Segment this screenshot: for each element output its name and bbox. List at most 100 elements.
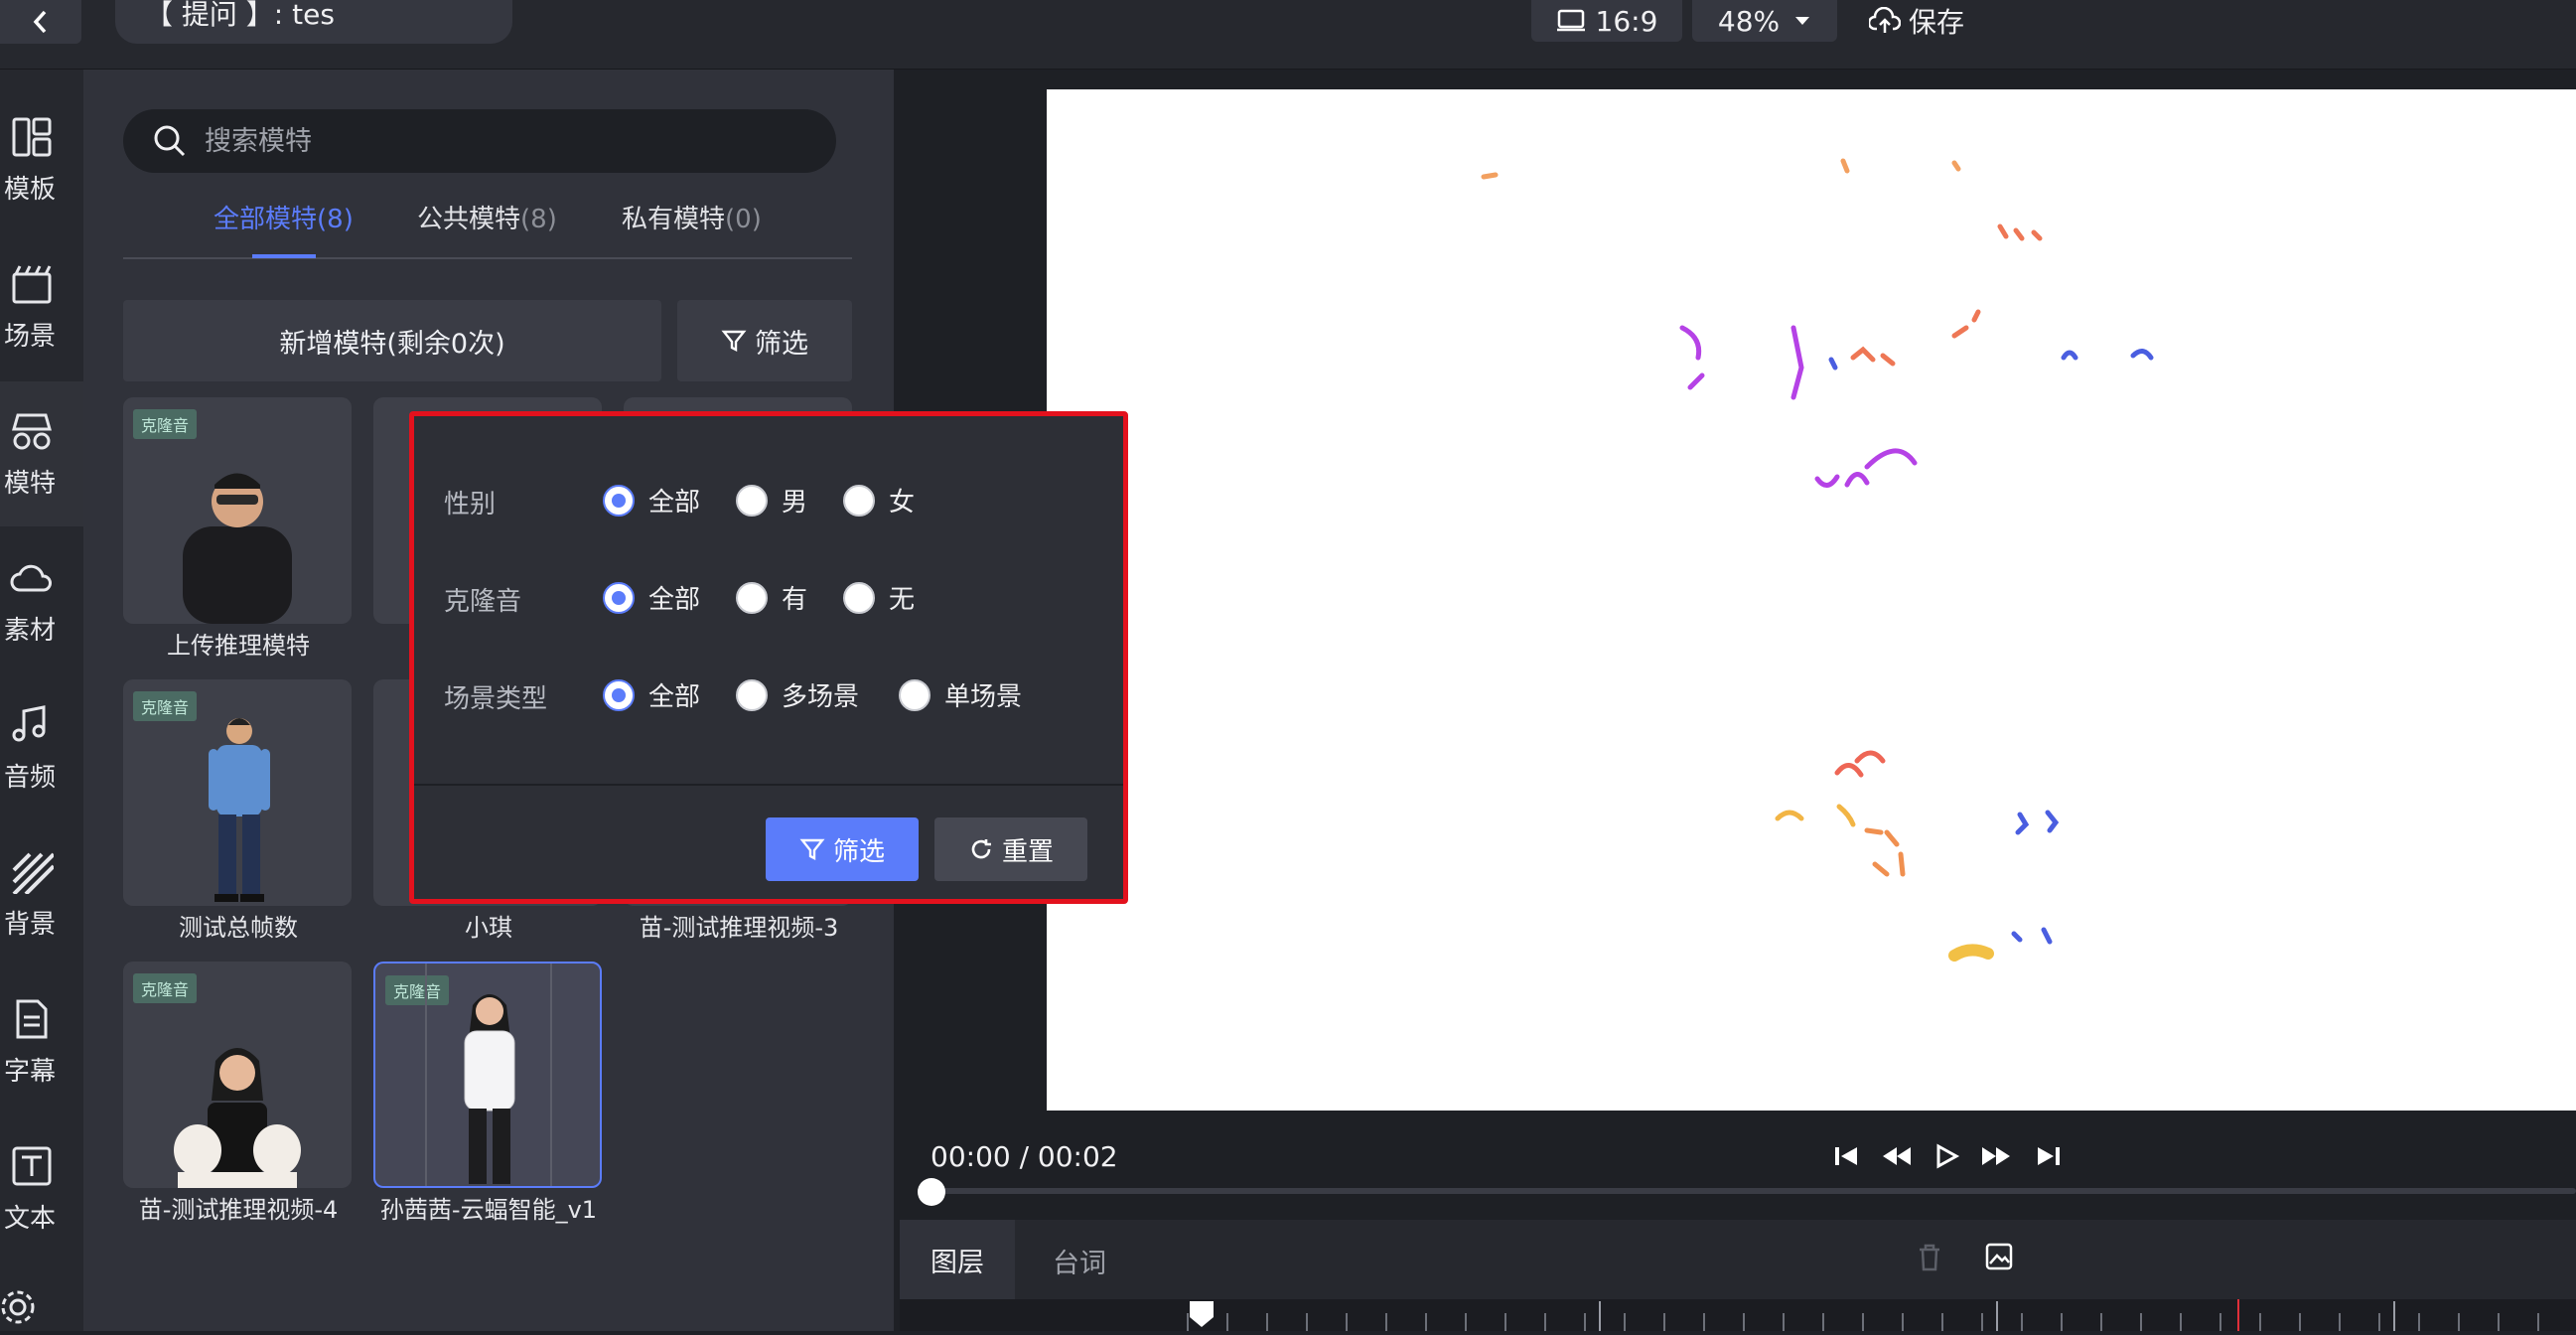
model-card-name: 测试总帧数	[179, 914, 298, 942]
add-model-label: 新增模特(剩余0次)	[279, 328, 505, 360]
clone-option-no[interactable]: 无	[843, 579, 915, 616]
clone-voice-badge: 克隆音	[133, 973, 198, 1003]
model-card[interactable]: 克隆音	[123, 962, 352, 1188]
clone-option-yes[interactable]: 有	[736, 579, 807, 616]
play-icon[interactable]	[1929, 1138, 1964, 1174]
image-layer-icon[interactable]	[1984, 1242, 2014, 1271]
music-icon	[12, 704, 46, 741]
settings-icon[interactable]	[0, 1285, 44, 1329]
scene-option-all[interactable]: 全部	[603, 676, 700, 713]
skip-start-icon[interactable]	[1829, 1138, 1865, 1174]
zoom-select[interactable]: 48%	[1692, 0, 1837, 42]
nav-item-subtitle[interactable]: 字幕	[0, 969, 83, 1114]
model-card[interactable]: 克隆音	[123, 397, 352, 624]
aspect-ratio-button[interactable]: 16:9	[1531, 0, 1682, 42]
model-thumbnail	[174, 1048, 301, 1188]
nav-item-material[interactable]: 素材	[0, 528, 83, 673]
progress-track[interactable]	[930, 1188, 2576, 1194]
radio-label: 全部	[648, 585, 701, 615]
radio-icon	[603, 484, 635, 517]
nav-item-model[interactable]: 模特	[0, 381, 83, 526]
filter-icon	[799, 838, 825, 860]
chevron-left-icon	[33, 10, 47, 34]
search-box[interactable]	[123, 109, 836, 173]
gender-label: 性别	[444, 490, 497, 519]
apply-filter-button[interactable]: 筛选	[766, 817, 919, 881]
model-card[interactable]: 克隆音	[123, 679, 352, 906]
reset-label: 重置	[1001, 836, 1054, 867]
add-model-button[interactable]: 新增模特(剩余0次)	[123, 300, 661, 381]
nav-item-text[interactable]: 文本	[0, 1116, 83, 1261]
tab-public-models[interactable]: 公共模特(8)	[417, 199, 557, 235]
radio-label: 无	[889, 585, 916, 615]
nav-label: 文本	[3, 1203, 56, 1234]
nav-item-scene[interactable]: 场景	[0, 234, 83, 379]
progress-handle[interactable]	[918, 1178, 945, 1206]
radio-icon	[736, 678, 768, 711]
filter-button[interactable]: 筛选	[677, 300, 852, 381]
model-card-name: 上传推理模特	[167, 632, 310, 660]
radio-icon	[603, 678, 635, 711]
radio-icon	[899, 678, 930, 711]
nav-label: 字幕	[3, 1056, 56, 1087]
radio-label: 单场景	[944, 682, 1023, 712]
preview-artwork	[1481, 158, 2154, 962]
tab-layers[interactable]: 图层	[900, 1220, 1015, 1299]
refresh-icon	[971, 839, 991, 859]
gender-option-male[interactable]: 男	[736, 482, 807, 519]
save-label: 保存	[1909, 6, 1965, 39]
nav-item-background[interactable]: 背景	[0, 822, 83, 967]
tab-label: 全部模特	[214, 205, 318, 234]
scene-type-label: 场景类型	[444, 684, 548, 714]
nav-item-audio[interactable]: 音频	[0, 675, 83, 820]
preview-canvas[interactable]	[1047, 89, 2576, 1111]
radio-label: 全部	[648, 682, 701, 712]
nav-item-template[interactable]: 模板	[0, 87, 83, 232]
rewind-icon[interactable]	[1879, 1138, 1915, 1174]
radio-label: 多场景	[782, 682, 860, 712]
scene-option-multi[interactable]: 多场景	[736, 676, 859, 713]
nav-label: 素材	[3, 615, 56, 646]
clapper-icon	[12, 264, 52, 303]
gender-option-all[interactable]: 全部	[603, 482, 700, 519]
radio-label: 全部	[648, 488, 701, 518]
scene-option-single[interactable]: 单场景	[899, 676, 1022, 713]
tab-count: (8)	[520, 205, 557, 234]
layout-icon	[12, 117, 52, 156]
tab-private-models[interactable]: 私有模特(0)	[622, 199, 762, 235]
tab-label: 公共模特	[417, 205, 521, 234]
nav-label: 场景	[3, 321, 56, 352]
tab-label: 图层	[930, 1247, 984, 1278]
nav-label: 模特	[3, 468, 56, 499]
timeline-ruler[interactable]	[900, 1299, 2576, 1331]
stripes-icon	[12, 852, 54, 894]
cloud-upload-icon	[1869, 7, 1901, 33]
radio-label: 男	[782, 488, 808, 518]
clone-voice-badge: 克隆音	[133, 691, 198, 721]
top-bar: 【 提问 】: tes 16:9 48% 保存	[0, 0, 2576, 70]
fast-forward-icon[interactable]	[1978, 1138, 2014, 1174]
trash-icon[interactable]	[1915, 1242, 1944, 1273]
caret-down-icon	[1795, 17, 1810, 25]
popup-divider	[414, 784, 1123, 786]
search-input[interactable]	[205, 125, 761, 157]
reset-filter-button[interactable]: 重置	[934, 817, 1087, 881]
tab-label: 台词	[1053, 1249, 1106, 1279]
gender-option-female[interactable]: 女	[843, 482, 915, 519]
document-icon	[16, 999, 48, 1038]
clone-voice-badge: 克隆音	[133, 409, 198, 439]
skip-end-icon[interactable]	[2030, 1138, 2066, 1174]
model-card-selected[interactable]: 克隆音	[373, 962, 602, 1188]
tab-lines[interactable]: 台词	[1053, 1242, 1106, 1280]
back-button[interactable]	[0, 0, 81, 44]
project-title[interactable]: 【 提问 】: tes	[115, 0, 512, 44]
time-display: 00:00 / 00:02	[930, 1140, 1118, 1173]
tab-all-models[interactable]: 全部模特(8)	[214, 199, 354, 235]
nav-label: 音频	[3, 762, 56, 793]
clone-option-all[interactable]: 全部	[603, 579, 700, 616]
save-button[interactable]: 保存	[1869, 0, 1978, 42]
ruler-ticks	[1187, 1299, 2539, 1331]
model-card-name: 小琪	[465, 914, 512, 942]
model-thumbnail	[183, 473, 292, 624]
model-card-name: 苗-测试推理视频-3	[639, 914, 839, 942]
